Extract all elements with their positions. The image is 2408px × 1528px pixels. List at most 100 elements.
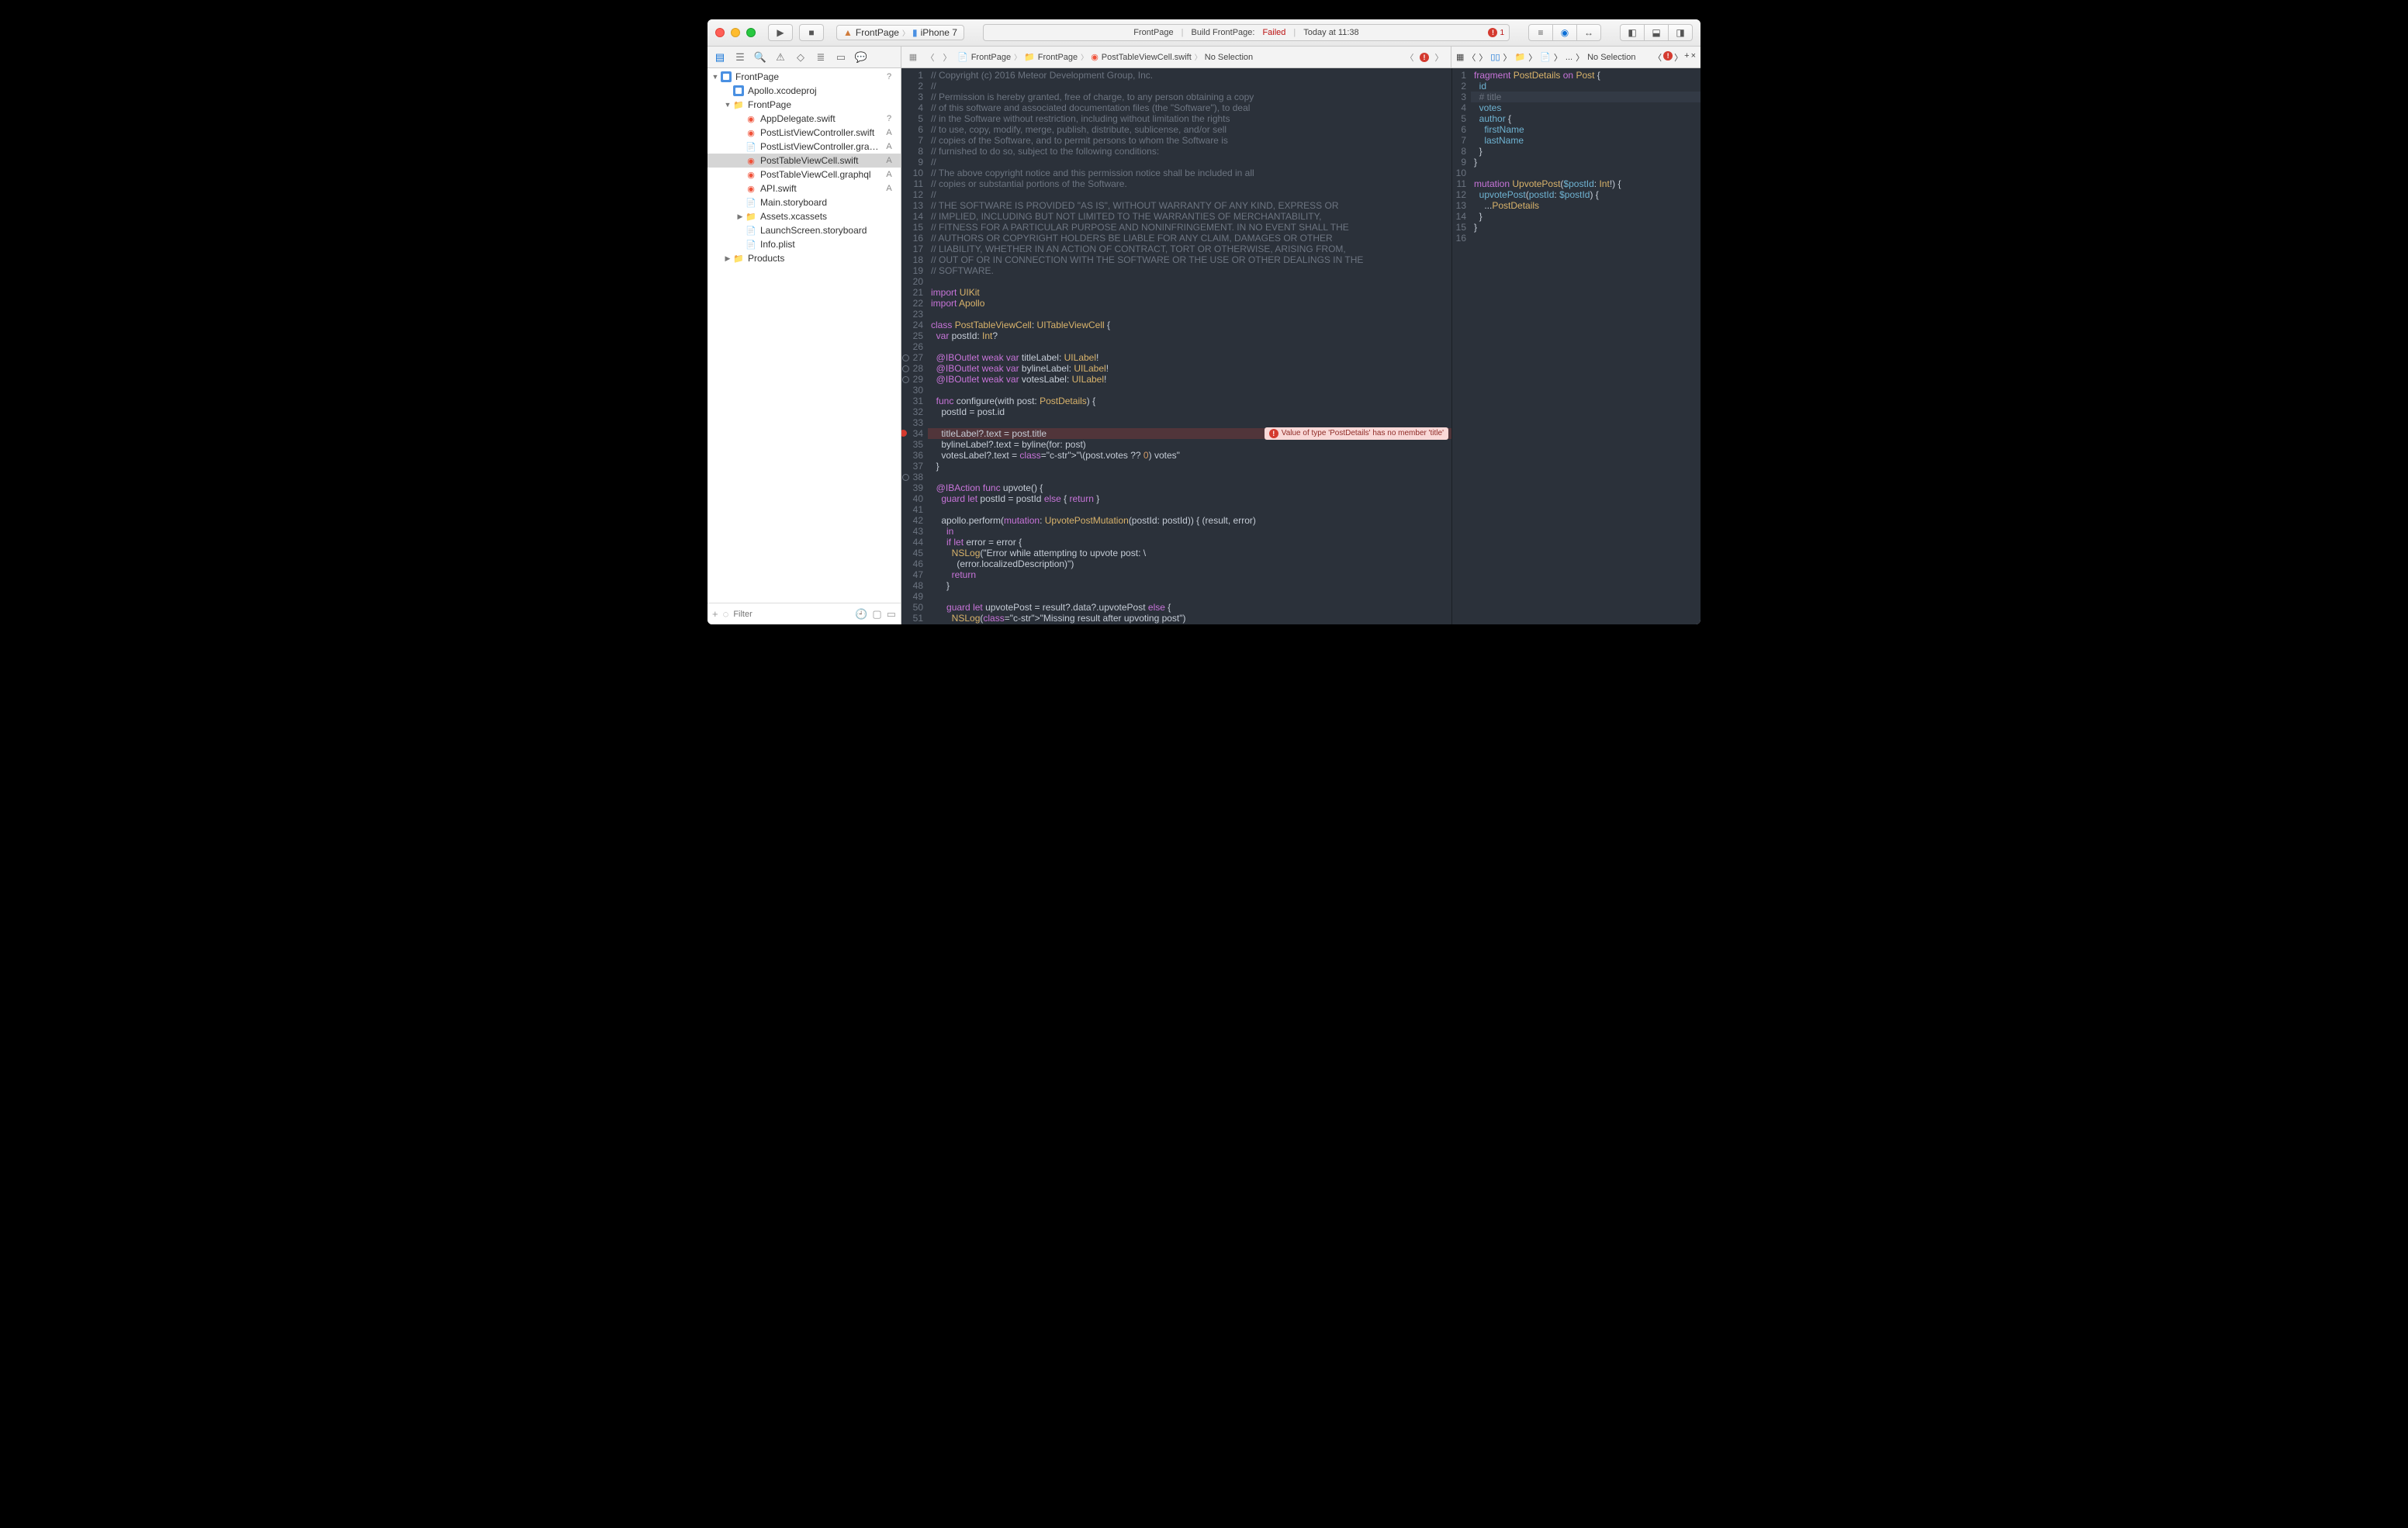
jump-bar-segment[interactable]: ▯▯ bbox=[1490, 52, 1500, 62]
prev-issue-icon[interactable]: 〈 bbox=[1403, 51, 1417, 64]
scm-filter-icon[interactable]: ▢ bbox=[872, 608, 881, 621]
filter-scope-icon[interactable]: ◌ bbox=[723, 608, 729, 620]
tree-item[interactable]: 📄LaunchScreen.storyboard bbox=[708, 223, 901, 237]
zoom-window-button[interactable] bbox=[746, 28, 756, 37]
project-navigator-icon[interactable]: ▤ bbox=[711, 49, 729, 66]
recent-filter-icon[interactable]: 🕘 bbox=[855, 608, 867, 621]
scm-status: A bbox=[884, 128, 894, 137]
issue-navigator-icon[interactable]: ⚠ bbox=[771, 49, 790, 66]
toggle-debug-area-button[interactable]: ⬓ bbox=[1644, 24, 1669, 41]
tree-item[interactable]: ▶📁Products bbox=[708, 251, 901, 265]
test-navigator-icon[interactable]: ◇ bbox=[791, 49, 810, 66]
inline-error-bubble[interactable]: !Value of type 'PostDetails' has no memb… bbox=[1265, 427, 1448, 440]
tree-item[interactable]: 📄Info.plist bbox=[708, 237, 901, 251]
activity-time: Today at 11:38 bbox=[1303, 28, 1358, 37]
tree-item[interactable]: ◉PostTableViewCell.graphqlA bbox=[708, 168, 901, 181]
jump-bar-segment[interactable]: No Selection bbox=[1587, 53, 1635, 62]
primary-editor[interactable]: 1234567891011121314151617181920212223242… bbox=[901, 68, 1451, 624]
window-controls bbox=[715, 28, 756, 37]
stop-button[interactable]: ■ bbox=[799, 24, 824, 41]
breakpoint-navigator-icon[interactable]: ▭ bbox=[832, 49, 850, 66]
jump-bar-segment[interactable]: No Selection bbox=[1205, 53, 1253, 62]
related-items-icon[interactable]: ▦ bbox=[1456, 52, 1464, 62]
tree-item[interactable]: ▼📁FrontPage bbox=[708, 98, 901, 112]
navigator-selector-bar: ▤ ☰ 🔍 ⚠ ◇ ≣ ▭ 💬 bbox=[708, 47, 901, 67]
error-count: 1 bbox=[1500, 29, 1504, 37]
activity-viewer[interactable]: FrontPage | Build FrontPage: Failed | To… bbox=[983, 24, 1510, 41]
file-label: PostListViewController.swift bbox=[760, 127, 884, 138]
find-navigator-icon[interactable]: 🔍 bbox=[751, 49, 770, 66]
file-icon bbox=[732, 85, 745, 97]
assistant-editor-button[interactable]: ◉ bbox=[1552, 24, 1577, 41]
titlebar: ▶ ■ ▲ FrontPage 〉 ▮ iPhone 7 FrontPage |… bbox=[708, 19, 1700, 47]
report-navigator-icon[interactable]: 💬 bbox=[852, 49, 870, 66]
file-icon: ◉ bbox=[745, 182, 757, 195]
scm-status-icon: ? bbox=[884, 72, 894, 81]
file-label: Main.storyboard bbox=[760, 197, 884, 208]
tree-item[interactable]: ◉AppDelegate.swift? bbox=[708, 112, 901, 126]
collapse-filter-icon[interactable]: ▭ bbox=[887, 608, 896, 621]
back-button[interactable]: 〈 bbox=[923, 51, 937, 64]
file-label: API.swift bbox=[760, 183, 884, 194]
code-area[interactable]: fragment PostDetails on Post { id # titl… bbox=[1471, 68, 1700, 624]
tree-item[interactable]: 📄PostListViewController.graphqlA bbox=[708, 140, 901, 154]
jump-bar-segment[interactable]: 📁FrontPage bbox=[1024, 52, 1078, 62]
debug-navigator-icon[interactable]: ≣ bbox=[811, 49, 830, 66]
add-assistant-icon[interactable]: + bbox=[1684, 51, 1689, 64]
jump-bar-segment[interactable]: 📄FrontPage bbox=[957, 52, 1011, 62]
run-button[interactable]: ▶ bbox=[768, 24, 793, 41]
editor-mode-group: ≡ ◉ ↔ bbox=[1528, 24, 1601, 41]
tree-item[interactable]: 📄Main.storyboard bbox=[708, 195, 901, 209]
tree-item[interactable]: ◉PostListViewController.swiftA bbox=[708, 126, 901, 140]
toggle-navigator-button[interactable]: ◧ bbox=[1620, 24, 1645, 41]
panel-toggle-group: ◧ ⬓ ◨ bbox=[1620, 24, 1693, 41]
file-icon: ◉ bbox=[745, 126, 757, 139]
scm-status: A bbox=[884, 184, 894, 193]
close-assistant-icon[interactable]: × bbox=[1691, 51, 1696, 64]
jump-bar-segment[interactable]: 📁 bbox=[1515, 52, 1526, 62]
issue-count-badge[interactable]: ! 1 bbox=[1488, 28, 1504, 37]
minimize-window-button[interactable] bbox=[731, 28, 740, 37]
tree-item[interactable]: ▶📁Assets.xcassets bbox=[708, 209, 901, 223]
next-issue-icon[interactable]: 〉 bbox=[1674, 51, 1683, 64]
next-issue-icon[interactable]: 〉 bbox=[1432, 51, 1446, 64]
assistant-editor[interactable]: 12345678910111213141516 fragment PostDet… bbox=[1451, 68, 1700, 624]
file-label: PostTableViewCell.swift bbox=[760, 155, 884, 166]
file-tree[interactable]: ▼ FrontPage ? Apollo.xcodeproj▼📁FrontPag… bbox=[708, 68, 901, 603]
scm-status: A bbox=[884, 156, 894, 165]
source-control-navigator-icon[interactable]: ☰ bbox=[731, 49, 749, 66]
jump-bar-segment[interactable]: ... bbox=[1566, 53, 1572, 62]
tree-item[interactable]: ◉API.swiftA bbox=[708, 181, 901, 195]
line-gutter[interactable]: 12345678910111213141516 bbox=[1452, 68, 1471, 624]
tree-item[interactable]: ◉PostTableViewCell.swiftA bbox=[708, 154, 901, 168]
tree-item[interactable]: Apollo.xcodeproj bbox=[708, 84, 901, 98]
scheme-selector[interactable]: ▲ FrontPage 〉 ▮ iPhone 7 bbox=[836, 25, 964, 40]
activity-project: FrontPage bbox=[1133, 28, 1173, 37]
line-gutter[interactable]: 1234567891011121314151617181920212223242… bbox=[901, 68, 928, 624]
standard-editor-button[interactable]: ≡ bbox=[1528, 24, 1553, 41]
back-button[interactable]: 〈 bbox=[1467, 51, 1476, 64]
filter-input[interactable] bbox=[733, 610, 850, 619]
jump-bar-segment[interactable]: 📄 bbox=[1540, 52, 1551, 62]
prev-issue-icon[interactable]: 〈 bbox=[1653, 51, 1662, 64]
add-file-icon[interactable]: + bbox=[712, 608, 718, 620]
code-area[interactable]: // Copyright (c) 2016 Meteor Development… bbox=[928, 68, 1451, 624]
file-icon: 📁 bbox=[732, 252, 745, 264]
activity-action: Build FrontPage: bbox=[1192, 28, 1255, 37]
file-label: Products bbox=[748, 253, 884, 264]
error-icon: ! bbox=[1420, 53, 1429, 62]
version-editor-button[interactable]: ↔ bbox=[1576, 24, 1601, 41]
forward-button[interactable]: 〉 bbox=[940, 51, 954, 64]
toggle-utilities-button[interactable]: ◨ bbox=[1668, 24, 1693, 41]
related-items-icon[interactable]: ▦ bbox=[906, 52, 920, 62]
file-label: LaunchScreen.storyboard bbox=[760, 225, 884, 236]
close-window-button[interactable] bbox=[715, 28, 725, 37]
file-icon: ◉ bbox=[745, 112, 757, 125]
scm-status: ? bbox=[884, 114, 894, 123]
jump-bar-segment[interactable]: ◉PostTableViewCell.swift bbox=[1091, 52, 1192, 62]
tree-root[interactable]: ▼ FrontPage ? bbox=[708, 70, 901, 84]
file-label: Assets.xcassets bbox=[760, 211, 884, 222]
file-icon: 📄 bbox=[745, 140, 757, 153]
navigator-filter-bar: + ◌ 🕘 ▢ ▭ bbox=[708, 603, 901, 624]
forward-button[interactable]: 〉 bbox=[1479, 51, 1487, 64]
